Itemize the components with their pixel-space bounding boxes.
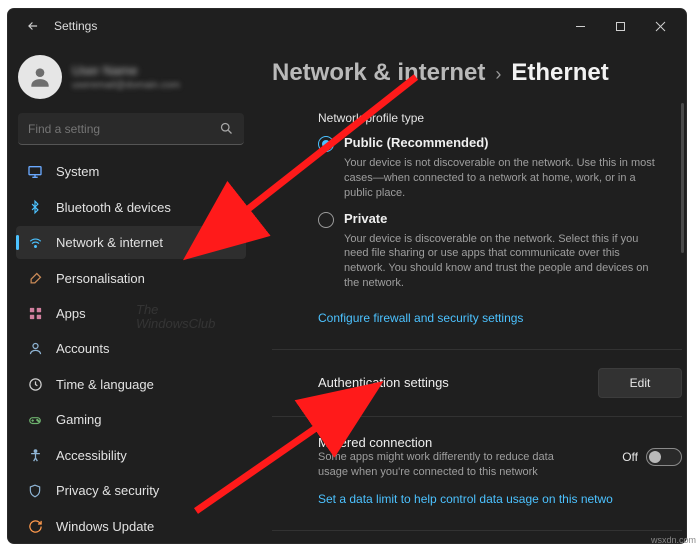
data-limit-link[interactable]: Set a data limit to help control data us… <box>318 492 613 506</box>
search-input[interactable] <box>18 113 244 145</box>
scrollbar-thumb[interactable] <box>681 103 684 253</box>
nav-label: Network & internet <box>56 235 163 250</box>
display-icon <box>26 163 44 181</box>
search-icon <box>219 121 234 139</box>
nav-item-update[interactable]: Windows Update <box>16 510 246 543</box>
metered-desc: Some apps might work differently to redu… <box>318 450 578 480</box>
titlebar: Settings <box>8 9 686 43</box>
close-button[interactable] <box>640 11 680 41</box>
nav-label: Accounts <box>56 341 109 356</box>
arrow-left-icon <box>26 19 40 33</box>
divider <box>272 349 682 350</box>
divider <box>272 416 682 417</box>
account-block[interactable]: User Name useremail@domain.com <box>16 49 246 113</box>
bluetooth-icon <box>26 198 44 216</box>
accessibility-icon <box>26 446 44 464</box>
radio-public[interactable]: Public (Recommended) <box>318 135 682 152</box>
gamepad-icon <box>26 411 44 429</box>
radio-desc-public: Your device is not discoverable on the n… <box>344 156 664 201</box>
metered-title: Metered connection <box>318 435 612 450</box>
row-metered: Metered connection Some apps might work … <box>318 427 682 488</box>
nav-label: Privacy & security <box>56 483 159 498</box>
nav-label: Apps <box>56 306 86 321</box>
minimize-button[interactable] <box>560 11 600 41</box>
chevron-right-icon: › <box>495 64 501 85</box>
nav-item-system[interactable]: System <box>16 155 246 188</box>
back-button[interactable] <box>20 13 46 39</box>
content-pane: Network & internet › Ethernet Network pr… <box>254 43 686 543</box>
wifi-icon <box>26 234 44 252</box>
sidebar: User Name useremail@domain.com System Bl… <box>8 43 254 543</box>
radio-label: Public (Recommended) <box>344 135 488 152</box>
clock-icon <box>26 375 44 393</box>
avatar <box>18 55 62 99</box>
firewall-link[interactable]: Configure firewall and security settings <box>318 311 523 325</box>
divider <box>272 530 682 531</box>
breadcrumb-parent[interactable]: Network & internet <box>272 59 485 87</box>
nav-item-time[interactable]: Time & language <box>16 368 246 401</box>
nav-item-apps[interactable]: Apps <box>16 297 246 330</box>
shield-icon <box>26 482 44 500</box>
auth-title: Authentication settings <box>318 375 588 390</box>
nav-list: System Bluetooth & devices Network & int… <box>16 155 246 543</box>
nav-label: System <box>56 164 99 179</box>
person-icon <box>27 64 53 90</box>
maximize-button[interactable] <box>600 11 640 41</box>
radio-icon <box>318 136 334 152</box>
ip-title: IP assignment: <box>318 541 682 543</box>
account-name: User Name <box>72 63 180 78</box>
nav-item-bluetooth[interactable]: Bluetooth & devices <box>16 190 246 223</box>
search-box[interactable] <box>18 113 244 145</box>
radio-private[interactable]: Private <box>318 211 682 228</box>
content-scroll: Network profile type Public (Recommended… <box>272 99 682 543</box>
account-email: useremail@domain.com <box>72 80 180 91</box>
nav-label: Personalisation <box>56 271 145 286</box>
nav-label: Accessibility <box>56 448 127 463</box>
nav-label: Bluetooth & devices <box>56 200 171 215</box>
nav-item-personalisation[interactable]: Personalisation <box>16 261 246 294</box>
nav-label: Time & language <box>56 377 154 392</box>
toggle-label: Off <box>622 450 638 464</box>
section-title-profile: Network profile type <box>318 111 682 125</box>
settings-window: Settings User Name useremail@domain.com <box>8 9 686 543</box>
edit-button[interactable]: Edit <box>598 368 682 398</box>
radio-label: Private <box>344 211 387 228</box>
nav-label: Windows Update <box>56 519 154 534</box>
radio-desc-private: Your device is discoverable on the netwo… <box>344 232 664 291</box>
metered-toggle[interactable] <box>646 448 682 466</box>
window-title: Settings <box>54 19 97 33</box>
account-text: User Name useremail@domain.com <box>72 63 180 91</box>
person-icon <box>26 340 44 358</box>
nav-label: Gaming <box>56 412 102 427</box>
apps-icon <box>26 305 44 323</box>
nav-item-gaming[interactable]: Gaming <box>16 403 246 436</box>
brush-icon <box>26 269 44 287</box>
nav-item-network[interactable]: Network & internet <box>16 226 246 259</box>
radio-icon <box>318 212 334 228</box>
breadcrumb-current: Ethernet <box>511 59 608 87</box>
nav-item-accessibility[interactable]: Accessibility <box>16 439 246 472</box>
breadcrumb: Network & internet › Ethernet <box>272 59 672 87</box>
update-icon <box>26 517 44 535</box>
nav-item-privacy[interactable]: Privacy & security <box>16 474 246 507</box>
row-auth: Authentication settings Edit <box>318 360 682 406</box>
source-credit: wsxdn.com <box>651 535 696 545</box>
nav-item-accounts[interactable]: Accounts <box>16 332 246 365</box>
